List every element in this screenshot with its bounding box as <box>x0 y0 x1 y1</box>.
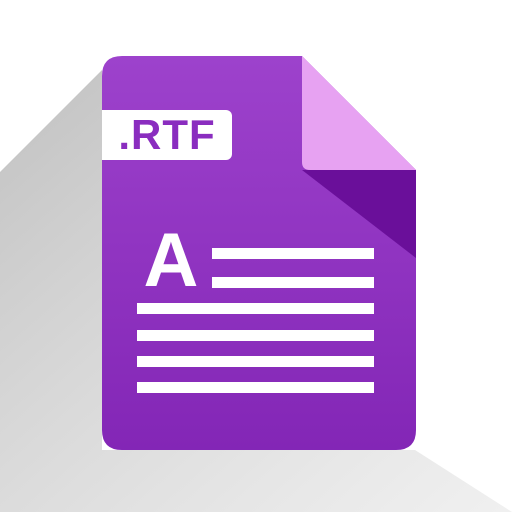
letter-a-glyph: A <box>143 218 199 303</box>
text-line <box>212 248 374 259</box>
text-line <box>137 356 374 367</box>
extension-label: .RTF <box>118 111 216 158</box>
text-line <box>212 277 374 288</box>
text-line <box>137 382 374 393</box>
text-line <box>137 330 374 341</box>
text-line <box>137 303 374 314</box>
document-icon <box>0 56 512 512</box>
rtf-file-icon: .RTF A <box>0 0 512 512</box>
extension-badge: .RTF <box>102 110 232 160</box>
folded-corner <box>302 56 416 170</box>
